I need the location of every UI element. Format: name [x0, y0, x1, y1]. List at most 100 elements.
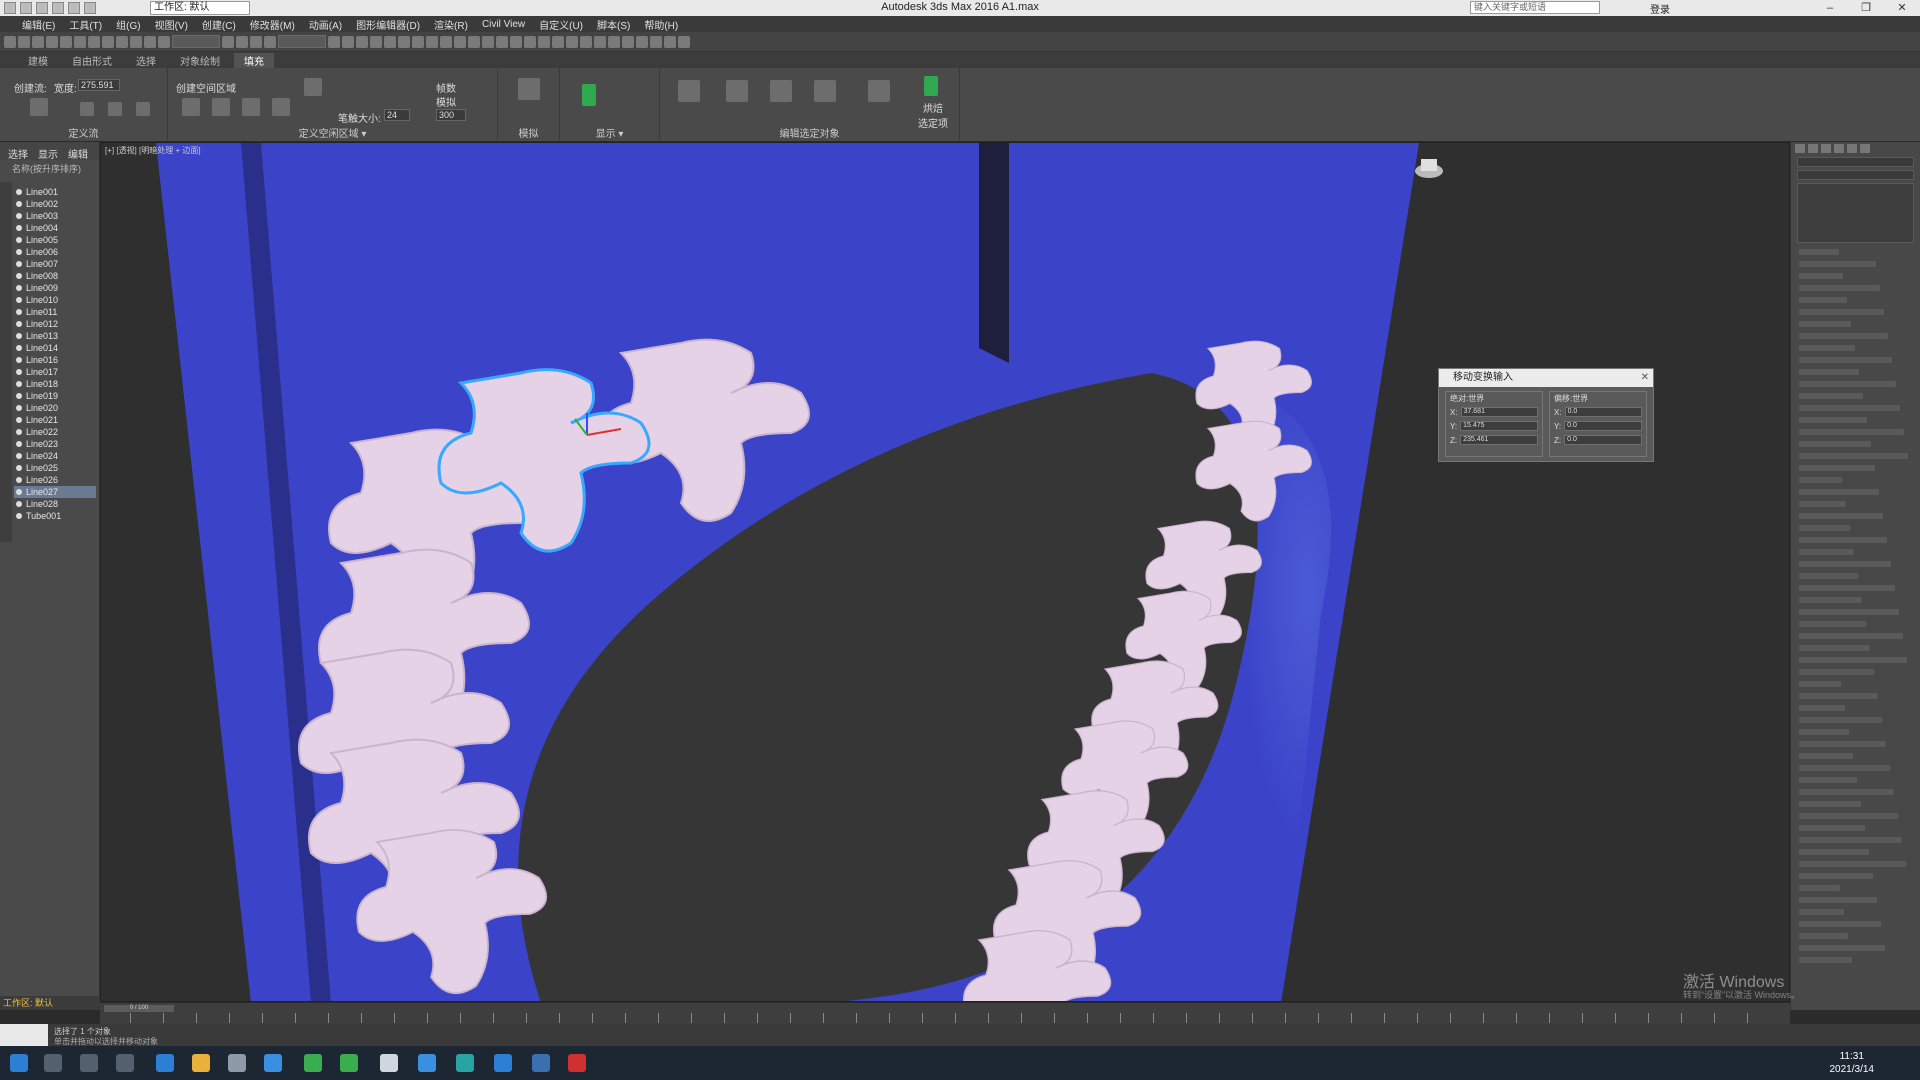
toolbar-tool-icon[interactable]	[46, 35, 58, 48]
timeline-ticks[interactable]	[130, 1013, 1780, 1023]
visibility-icon[interactable]	[16, 477, 22, 483]
command-panel-control[interactable]	[1799, 369, 1859, 375]
menu-item[interactable]: 帮助(H)	[644, 17, 678, 32]
visibility-icon[interactable]	[16, 297, 22, 303]
command-panel-control[interactable]	[1799, 525, 1850, 531]
command-panel-control[interactable]	[1799, 945, 1885, 951]
visibility-icon[interactable]	[16, 333, 22, 339]
toolbar-tool-icon[interactable]	[130, 35, 142, 48]
visibility-icon[interactable]	[16, 417, 22, 423]
toolbar-tool-icon[interactable]	[552, 35, 564, 48]
toolbar-tool-icon[interactable]	[342, 35, 354, 48]
viewport-label[interactable]: [+] [透视] [明暗处理 + 边面]	[105, 145, 201, 156]
task-icon[interactable]	[116, 1054, 134, 1072]
command-panel-control[interactable]	[1799, 429, 1904, 435]
scene-object-item[interactable]: Line022	[14, 426, 96, 438]
scene-explorer-tab[interactable]: 显示	[38, 146, 58, 161]
command-panel-control[interactable]	[1799, 789, 1894, 795]
edit-tool-icon[interactable]	[868, 80, 890, 102]
visibility-icon[interactable]	[16, 381, 22, 387]
toolbar-tool-icon[interactable]	[636, 35, 648, 48]
app-icon[interactable]	[418, 1054, 436, 1072]
restore-button[interactable]: ❐	[1848, 0, 1884, 16]
toolbar-tool-icon[interactable]	[538, 35, 550, 48]
command-panel-control[interactable]	[1799, 345, 1855, 351]
scene-object-item[interactable]: Line020	[14, 402, 96, 414]
toolbar-tool-icon[interactable]	[264, 35, 276, 48]
command-panel-control[interactable]	[1799, 933, 1848, 939]
command-panel-control[interactable]	[1799, 825, 1865, 831]
perspective-viewport[interactable]: [+] [透视] [明暗处理 + 边面]	[100, 142, 1790, 1002]
toolbar-tool-icon[interactable]	[594, 35, 606, 48]
abs-y-input[interactable]: 15.475	[1460, 421, 1538, 431]
command-panel-control[interactable]	[1799, 489, 1879, 495]
flow-tool-icon[interactable]	[136, 102, 150, 116]
toolbar-tool-icon[interactable]	[524, 35, 536, 48]
space-tool-icon[interactable]	[272, 98, 290, 116]
store-icon[interactable]	[228, 1054, 246, 1072]
command-panel-control[interactable]	[1799, 453, 1908, 459]
command-panel-control[interactable]	[1799, 657, 1907, 663]
edge-icon[interactable]	[156, 1054, 174, 1072]
command-panel-control[interactable]	[1799, 285, 1880, 291]
app-icon[interactable]	[304, 1054, 322, 1072]
scene-object-item[interactable]: Tube001	[14, 510, 96, 522]
command-panel-control[interactable]	[1799, 513, 1883, 519]
maxscript-listener[interactable]	[0, 1024, 48, 1046]
toolbar-tool-icon[interactable]	[158, 35, 170, 48]
command-panel-control[interactable]	[1799, 465, 1875, 471]
command-panel-control[interactable]	[1799, 273, 1843, 279]
login-button[interactable]: 登录	[1650, 1, 1670, 16]
visibility-icon[interactable]	[16, 357, 22, 363]
command-panel-control[interactable]	[1799, 477, 1842, 483]
scene-object-item[interactable]: Line025	[14, 462, 96, 474]
toolbar-tool-icon[interactable]	[328, 35, 340, 48]
visibility-icon[interactable]	[16, 285, 22, 291]
space-tool-icon[interactable]	[182, 98, 200, 116]
toolbar-tool-icon[interactable]	[608, 35, 620, 48]
command-panel-control[interactable]	[1799, 909, 1844, 915]
menu-item[interactable]: Civil View	[482, 19, 525, 30]
task-view-icon[interactable]	[80, 1054, 98, 1072]
edit-tool-icon[interactable]	[726, 80, 748, 102]
simulate-icon[interactable]	[518, 78, 540, 100]
visibility-icon[interactable]	[16, 321, 22, 327]
width-input[interactable]: 275.591	[78, 79, 120, 91]
space-tool-icon[interactable]	[212, 98, 230, 116]
toolbar-tool-icon[interactable]	[510, 35, 522, 48]
modifier-list-dropdown[interactable]	[1797, 170, 1914, 180]
object-name-field[interactable]	[1797, 157, 1914, 167]
flow-tool-icon[interactable]	[80, 102, 94, 116]
help-search-input[interactable]: 键入关键字或短语	[1470, 1, 1600, 14]
visibility-icon[interactable]	[16, 369, 22, 375]
scene-object-item[interactable]: Line017	[14, 366, 96, 378]
toolbar-dropdown[interactable]	[278, 35, 326, 48]
toolbar-tool-icon[interactable]	[482, 35, 494, 48]
file-explorer-icon[interactable]	[192, 1054, 210, 1072]
ribbon-tab[interactable]: 对象绘制	[170, 53, 230, 68]
ribbon-tab[interactable]: 选择	[126, 53, 166, 68]
mail-icon[interactable]	[264, 1054, 282, 1072]
visibility-icon[interactable]	[16, 249, 22, 255]
toolbar-tool-icon[interactable]	[88, 35, 100, 48]
command-panel-control[interactable]	[1799, 297, 1847, 303]
bake-icon[interactable]	[924, 76, 938, 96]
command-panel-control[interactable]	[1799, 585, 1895, 591]
search-icon[interactable]	[44, 1054, 62, 1072]
ribbon-tab[interactable]: 自由形式	[62, 53, 122, 68]
menu-item[interactable]: 渲染(R)	[434, 17, 468, 32]
visibility-icon[interactable]	[16, 225, 22, 231]
scene-object-item[interactable]: Line026	[14, 474, 96, 486]
scene-object-item[interactable]: Line028	[14, 498, 96, 510]
command-panel-control[interactable]	[1799, 549, 1854, 555]
scene-object-item[interactable]: Line014	[14, 342, 96, 354]
visibility-icon[interactable]	[16, 465, 22, 471]
scene-object-item[interactable]: Line013	[14, 330, 96, 342]
menu-item[interactable]: 视图(V)	[155, 17, 188, 32]
scene-object-item[interactable]: Line001	[14, 186, 96, 198]
toolbar-tool-icon[interactable]	[144, 35, 156, 48]
command-panel-control[interactable]	[1799, 921, 1881, 927]
scene-object-item[interactable]: Line010	[14, 294, 96, 306]
scene-object-item[interactable]: Line009	[14, 282, 96, 294]
stride-input[interactable]: 24	[384, 109, 410, 121]
